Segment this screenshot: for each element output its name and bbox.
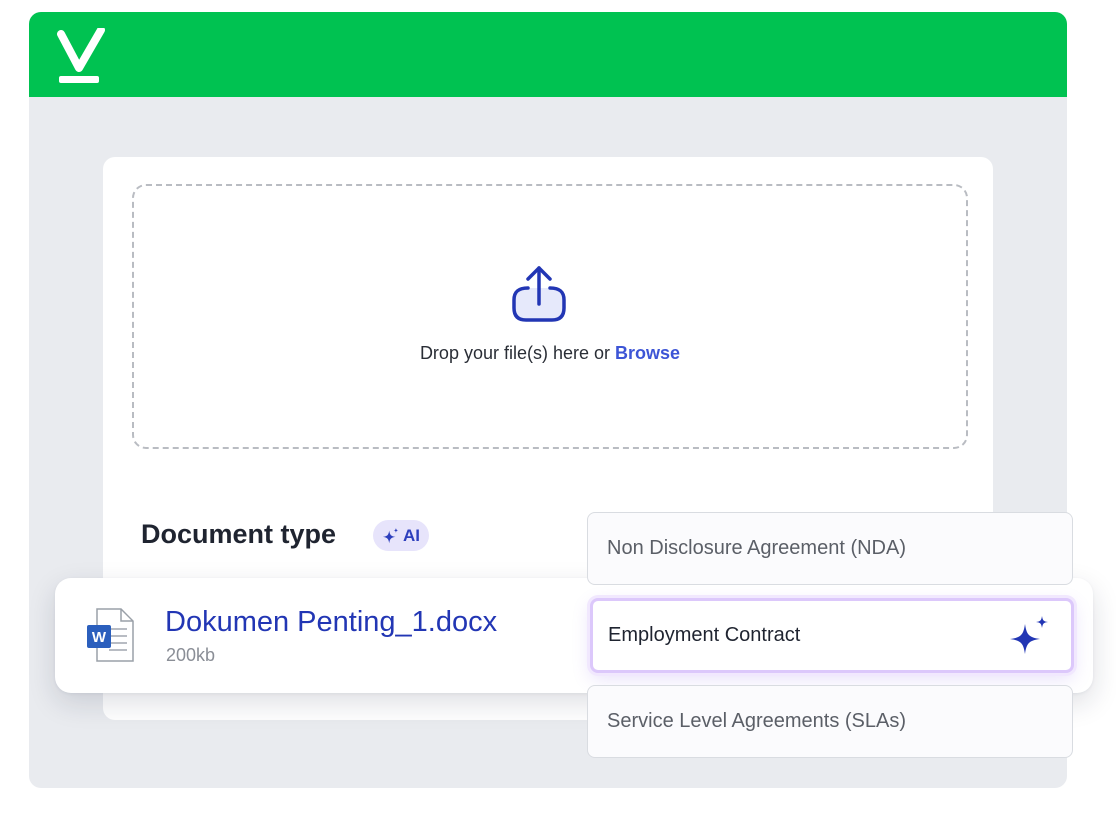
option-label: Service Level Agreements (SLAs) <box>607 710 907 732</box>
sparkle-icon <box>382 527 399 543</box>
ai-badge: AI <box>373 520 429 551</box>
option-sla[interactable]: Service Level Agreements (SLAs) <box>587 685 1073 758</box>
word-document-icon: W <box>87 608 134 662</box>
word-icon-letter: W <box>92 629 107 646</box>
drop-text: Drop your file(s) here or <box>419 343 611 363</box>
browse-link[interactable]: Browse <box>615 343 680 363</box>
document-type-label: Document type <box>141 519 337 549</box>
file-dropzone[interactable]: Drop your file(s) here or Browse <box>132 184 968 449</box>
checkmark-logo-icon <box>57 28 105 83</box>
option-label: Employment Contract <box>608 624 801 646</box>
option-nda[interactable]: Non Disclosure Agreement (NDA) <box>587 512 1073 585</box>
sparkle-icon <box>1010 616 1048 654</box>
drop-instructions: Drop your file(s) here or Browse <box>134 343 966 364</box>
file-name: Dokumen Penting_1.docx <box>165 606 498 638</box>
upload-icon <box>512 266 566 322</box>
option-label: Non Disclosure Agreement (NDA) <box>607 537 906 559</box>
ai-badge-label: AI <box>403 525 420 545</box>
file-size: 200kb <box>166 645 216 665</box>
option-employment-contract[interactable]: Employment Contract <box>590 598 1074 673</box>
app-header <box>29 12 1067 97</box>
